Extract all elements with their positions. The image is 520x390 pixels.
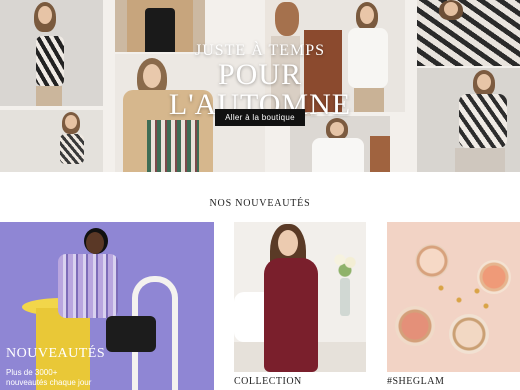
compact-3-image <box>395 306 435 346</box>
hero-photo-2 <box>0 110 103 172</box>
card-desc-line1: Plus de 3000+ <box>6 368 58 377</box>
gold-beads-image <box>435 282 495 312</box>
model-skirt-image <box>106 316 156 352</box>
collection-caption[interactable]: COLLECTION <box>234 376 302 387</box>
model-head-image-2 <box>278 230 298 256</box>
hero-banner[interactable]: JUSTE À TEMPS POUR L'AUTOMNE Aller à la … <box>0 0 520 172</box>
compact-4-image <box>449 314 489 354</box>
vase-image <box>340 278 350 316</box>
card-desc-line2: nouveautés chaque jour <box>6 378 92 387</box>
hero-photo-9 <box>417 68 520 172</box>
hero-photo-1 <box>0 0 103 106</box>
card-title-new: NOUVEAUTÉS <box>6 346 106 361</box>
sheglam-caption[interactable]: #SHEGLAM <box>387 376 444 387</box>
new-arrivals-card[interactable]: NOUVEAUTÉS Plus de 3000+ nouveautés chaq… <box>0 222 214 390</box>
section-title: NOS NOUVEAUTÉS <box>209 198 311 209</box>
hero-photo-7 <box>290 116 390 172</box>
card-desc-new: Plus de 3000+ nouveautés chaque jour <box>6 368 91 388</box>
hero-photo-8 <box>417 0 520 66</box>
flowers-image <box>332 252 358 278</box>
model-dress-image <box>264 258 318 372</box>
sheglam-card[interactable] <box>387 222 520 372</box>
collection-card[interactable] <box>234 222 366 372</box>
model-head-image <box>86 232 104 254</box>
model-shirt-image <box>58 254 118 318</box>
shop-now-button[interactable]: Aller à la boutique <box>215 109 305 126</box>
compact-1-image <box>415 244 449 278</box>
